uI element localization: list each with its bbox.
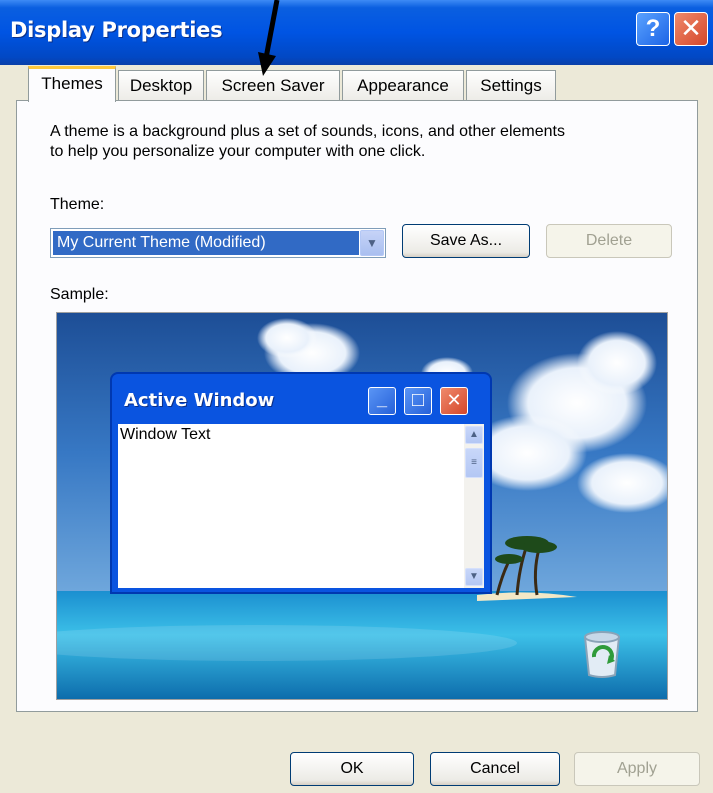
arrow-icon — [258, 0, 280, 76]
sample-label: Sample: — [50, 286, 109, 303]
tab-appearance[interactable]: Appearance — [342, 70, 464, 102]
description-line-2: to help you personalize your computer wi… — [50, 143, 426, 160]
delete-button[interactable]: Delete — [546, 224, 672, 258]
apply-button[interactable]: Apply — [574, 752, 700, 786]
sample-close-button: ✕ — [440, 387, 468, 415]
sample-maximize-button: □ — [404, 387, 432, 415]
close-icon: ✕ — [680, 14, 702, 44]
tab-desktop[interactable]: Desktop — [118, 70, 204, 102]
close-icon: ✕ — [446, 390, 462, 411]
minimize-icon: _ — [376, 389, 387, 409]
title-bar[interactable]: Display Properties ? ✕ — [0, 0, 713, 65]
sample-window-title: Active Window — [124, 390, 275, 411]
tab-settings[interactable]: Settings — [466, 70, 556, 102]
sample-minimize-button: _ — [368, 387, 396, 415]
tab-themes[interactable]: Themes — [28, 66, 116, 102]
close-button[interactable]: ✕ — [674, 12, 708, 46]
sample-window-client: Window Text ▲ ≡ ▼ — [118, 424, 484, 588]
chevron-down-icon: ▼ — [465, 568, 483, 586]
scroll-thumb: ≡ — [465, 448, 483, 478]
maximize-icon: □ — [411, 389, 425, 411]
theme-dropdown-value: My Current Theme (Modified) — [53, 231, 359, 255]
description-line-1: A theme is a background plus a set of so… — [50, 123, 565, 140]
chevron-up-icon: ▲ — [465, 426, 483, 444]
theme-description: A theme is a background plus a set of so… — [50, 122, 670, 162]
ok-button[interactable]: OK — [290, 752, 414, 786]
tab-appearance-label: Appearance — [357, 76, 449, 95]
recycle-bin-icon[interactable] — [579, 627, 625, 679]
cancel-button[interactable]: Cancel — [430, 752, 560, 786]
help-button[interactable]: ? — [636, 12, 670, 46]
window-title: Display Properties — [10, 18, 223, 42]
theme-label: Theme: — [50, 196, 105, 213]
tab-desktop-label: Desktop — [129, 76, 193, 95]
sample-window-text: Window Text — [120, 426, 211, 443]
theme-dropdown[interactable]: My Current Theme (Modified) ▼ — [50, 228, 386, 258]
sample-active-window: Active Window _ □ ✕ Window Text ▲ ≡ ▼ — [110, 372, 492, 594]
tab-themes-label: Themes — [41, 74, 103, 93]
chevron-down-icon[interactable]: ▼ — [360, 230, 384, 256]
help-icon: ? — [645, 15, 661, 42]
tab-settings-label: Settings — [480, 76, 542, 95]
save-as-button[interactable]: Save As... — [402, 224, 530, 258]
sample-scrollbar: ▲ ≡ ▼ — [464, 424, 484, 588]
